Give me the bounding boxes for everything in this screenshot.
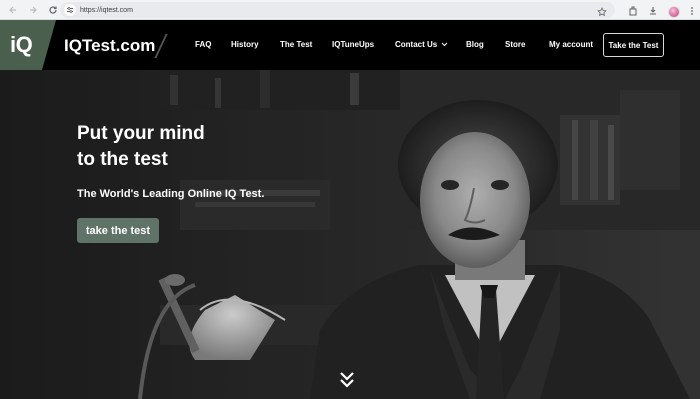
take-the-test-button[interactable]: take the test	[77, 218, 159, 243]
browser-toolbar: https://iqtest.com	[0, 0, 700, 20]
nav-contact-us-label: Contact Us	[395, 40, 438, 49]
hero-subheadline: The World's Leading Online IQ Test.	[77, 188, 265, 200]
site-header: iQ IQTest.com FAQ History The Test IQTun…	[0, 20, 700, 70]
hero-section: Put your mind to the test The World's Le…	[0, 70, 700, 399]
divider	[154, 34, 168, 58]
scroll-down-icon[interactable]	[338, 370, 356, 390]
chevron-down-icon	[442, 42, 448, 47]
hero-headline-line2: to the test	[77, 149, 168, 170]
back-arrow-icon[interactable]	[6, 3, 20, 17]
nav-blog[interactable]: Blog	[466, 40, 484, 49]
take-the-test-header-button[interactable]: Take the Test	[603, 33, 664, 57]
nav-faq[interactable]: FAQ	[195, 40, 211, 49]
url-text: https://iqtest.com	[80, 6, 133, 14]
reload-icon[interactable]	[46, 3, 60, 17]
more-menu-icon[interactable]	[690, 3, 694, 21]
logo-text[interactable]: iQ	[10, 32, 33, 58]
nav-history[interactable]: History	[231, 40, 259, 49]
brand-name[interactable]: IQTest.com	[64, 36, 155, 56]
nav-my-account[interactable]: My account	[549, 40, 593, 49]
nav-the-test[interactable]: The Test	[280, 40, 312, 49]
forward-arrow-icon[interactable]	[26, 3, 40, 17]
profile-avatar[interactable]	[668, 6, 680, 18]
download-icon[interactable]	[648, 3, 658, 21]
nav-iqtuneups[interactable]: IQTuneUps	[332, 40, 374, 49]
nav-contact-us[interactable]: Contact Us	[395, 40, 448, 49]
extensions-icon[interactable]	[628, 3, 638, 21]
hero-headline-line1: Put your mind	[77, 123, 205, 144]
address-bar[interactable]: https://iqtest.com	[60, 2, 615, 18]
hero-headline: Put your mind to the test	[77, 121, 205, 173]
nav-store[interactable]: Store	[505, 40, 525, 49]
site-info-icon[interactable]	[64, 4, 76, 16]
